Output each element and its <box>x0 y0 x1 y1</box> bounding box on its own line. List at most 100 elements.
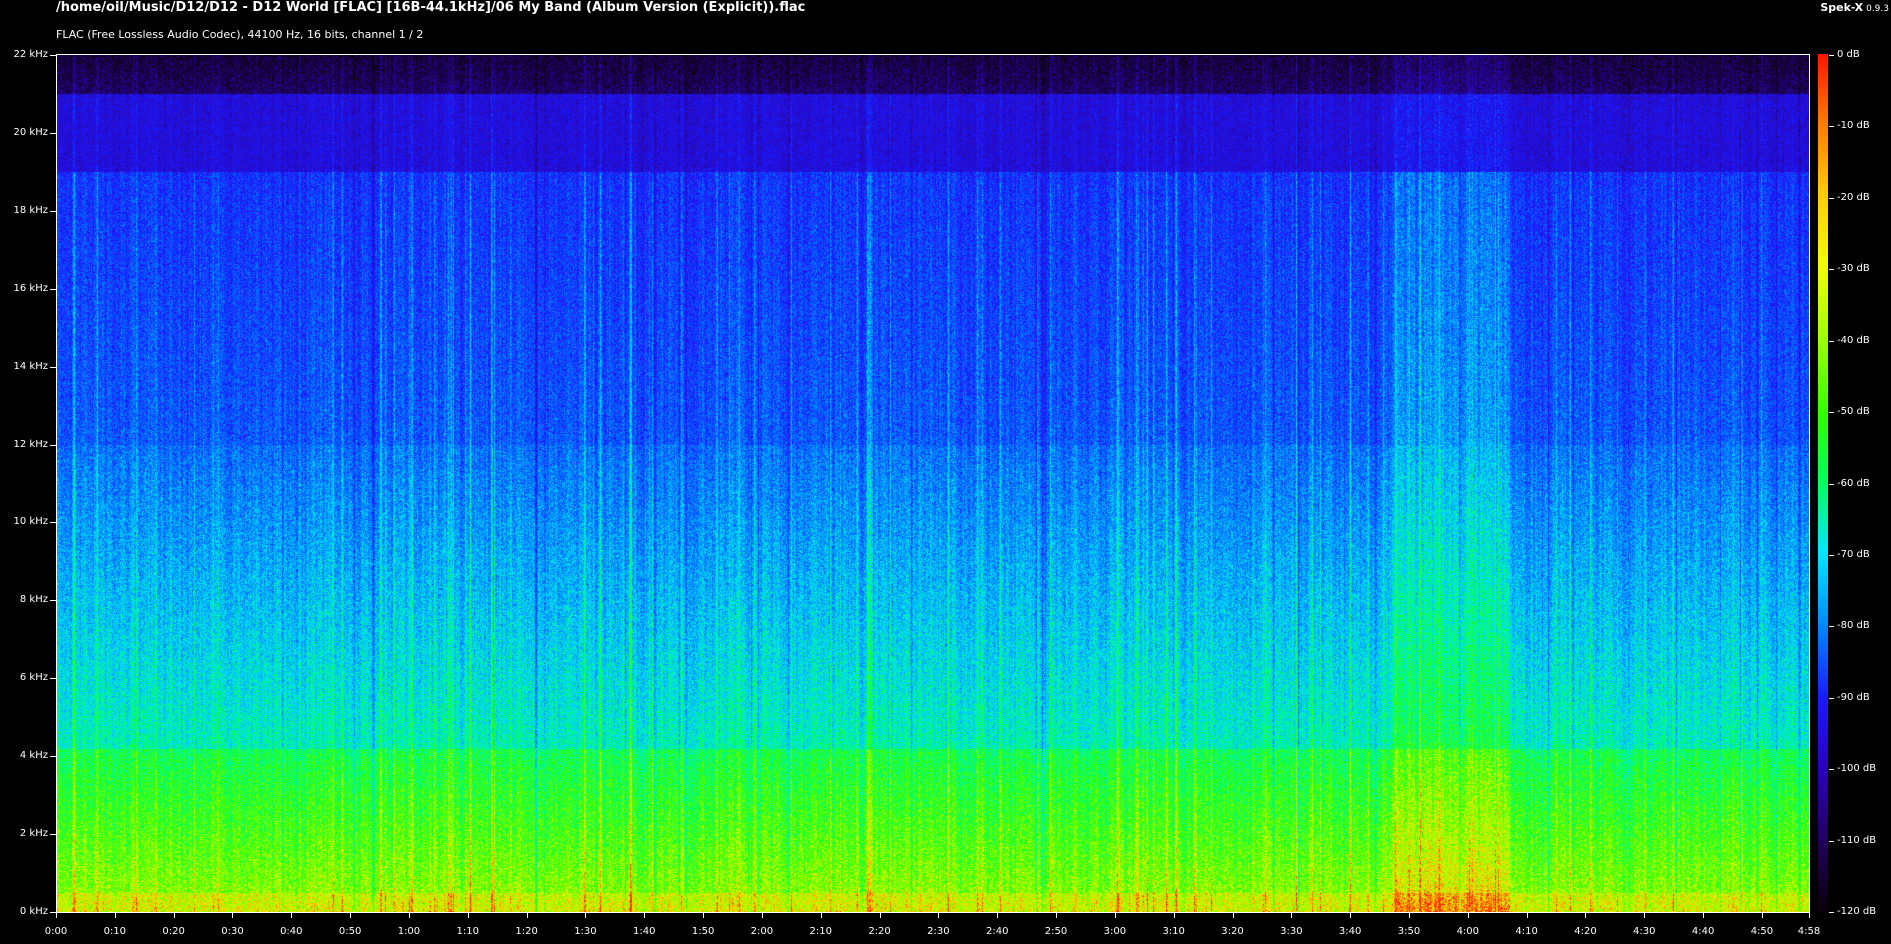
frequency-tick-mark <box>50 55 56 56</box>
frequency-tick-label: 10 kHz <box>13 516 48 528</box>
time-tick-label: 3:00 <box>1103 926 1127 937</box>
db-tick-mark <box>1829 697 1834 699</box>
time-tick-label: 2:50 <box>1044 926 1068 937</box>
frequency-tick-mark <box>50 600 56 602</box>
time-tick-label: 0:30 <box>221 926 244 937</box>
db-colorbar <box>1818 54 1828 913</box>
time-tick-mark <box>1644 913 1646 918</box>
frequency-tick-label: 0 kHz <box>19 906 48 917</box>
time-tick-label: 1:10 <box>456 926 479 937</box>
time-tick-label: 3:20 <box>1221 926 1244 937</box>
time-tick-mark <box>703 913 705 918</box>
time-tick-label: 1:30 <box>574 926 597 937</box>
time-tick-mark <box>1173 913 1175 918</box>
time-tick-label: 4:30 <box>1633 926 1656 937</box>
spectrogram-canvas[interactable] <box>57 55 1809 912</box>
db-tick-label: -30 dB <box>1837 263 1870 275</box>
frequency-tick-label: 22 kHz <box>13 49 48 60</box>
frequency-tick-mark <box>50 522 56 524</box>
db-tick-label: -120 dB <box>1837 906 1877 917</box>
time-tick-mark <box>1761 913 1763 918</box>
time-tick-mark <box>1291 913 1293 918</box>
time-tick-label: 2:10 <box>809 926 832 937</box>
frequency-tick-mark <box>50 444 56 446</box>
time-tick-label: 1:40 <box>633 926 656 937</box>
time-tick-mark <box>644 913 646 918</box>
time-tick-mark <box>1585 913 1587 918</box>
time-tick-mark <box>1232 913 1234 918</box>
time-tick-label: 3:40 <box>1338 926 1362 937</box>
time-tick-mark <box>1408 913 1410 918</box>
time-tick-label: 1:50 <box>691 926 715 937</box>
time-tick-mark <box>467 913 469 918</box>
db-tick-mark <box>1829 554 1834 556</box>
time-tick-mark <box>1056 913 1058 918</box>
time-tick-label: 4:58 <box>1797 926 1821 937</box>
db-tick-label: -10 dB <box>1837 120 1870 132</box>
db-tick-mark <box>1829 269 1834 271</box>
time-tick-mark <box>1526 913 1528 918</box>
time-tick-label: 0:40 <box>280 926 303 937</box>
db-tick-label: -110 dB <box>1837 834 1877 846</box>
db-tick-label: -70 dB <box>1837 548 1870 560</box>
frequency-tick-label: 12 kHz <box>13 438 48 450</box>
db-tick-label: -20 dB <box>1837 191 1870 203</box>
time-tick-mark <box>1703 913 1705 918</box>
frequency-tick-mark <box>50 288 56 290</box>
db-tick-mark <box>1829 840 1834 842</box>
frequency-tick-label: 6 kHz <box>19 672 48 684</box>
frequency-tick-mark <box>50 678 56 680</box>
time-tick-label: 0:50 <box>338 926 362 937</box>
db-tick-label: -90 dB <box>1837 691 1870 703</box>
time-tick-mark <box>585 913 587 918</box>
frequency-tick-label: 4 kHz <box>19 750 48 762</box>
db-tick-mark <box>1829 55 1834 56</box>
time-tick-mark <box>408 913 410 918</box>
time-tick-mark <box>1809 913 1810 918</box>
db-tick-label: -60 dB <box>1837 477 1870 489</box>
time-tick-mark <box>820 913 822 918</box>
db-tick-mark <box>1829 412 1834 414</box>
frequency-tick-mark <box>50 132 56 134</box>
frequency-tick-label: 20 kHz <box>13 126 48 138</box>
db-tick-mark <box>1829 340 1834 342</box>
time-tick-mark <box>114 913 116 918</box>
spectrogram-plot[interactable] <box>56 54 1810 913</box>
time-tick-label: 1:00 <box>397 926 421 937</box>
time-tick-mark <box>232 913 234 918</box>
app-version: 0.9.3 <box>1866 4 1889 14</box>
time-tick-mark <box>879 913 881 918</box>
frequency-tick-label: 16 kHz <box>13 282 48 294</box>
frequency-tick-mark <box>50 366 56 368</box>
db-tick-mark <box>1829 483 1834 485</box>
db-tick-label: 0 dB <box>1837 49 1860 60</box>
time-tick-mark <box>1114 913 1116 918</box>
time-tick-mark <box>938 913 940 918</box>
time-tick-label: 4:50 <box>1750 926 1774 937</box>
db-tick-label: -50 dB <box>1837 406 1870 418</box>
time-tick-label: 0:20 <box>162 926 185 937</box>
db-tick-mark <box>1829 626 1834 628</box>
db-tick-mark <box>1829 197 1834 199</box>
time-tick-label: 4:20 <box>1574 926 1597 937</box>
time-tick-label: 0:10 <box>103 926 127 937</box>
frequency-tick-mark <box>50 834 56 836</box>
time-tick-label: 2:40 <box>985 926 1009 937</box>
db-tick-mark <box>1829 126 1834 128</box>
time-tick-label: 2:00 <box>750 926 774 937</box>
app-title: Spek-X 0.9.3 <box>1820 1 1889 16</box>
time-tick-mark <box>526 913 528 918</box>
time-tick-label: 3:50 <box>1397 926 1421 937</box>
file-path-title: /home/oil/Music/D12/D12 - D12 World [FLA… <box>56 0 806 15</box>
db-tick-mark <box>1829 769 1834 771</box>
audio-format-info: FLAC (Free Lossless Audio Codec), 44100 … <box>56 28 424 41</box>
time-tick-mark <box>56 913 57 918</box>
time-tick-label: 3:10 <box>1162 926 1185 937</box>
frequency-tick-label: 14 kHz <box>13 360 48 372</box>
time-tick-mark <box>291 913 293 918</box>
time-tick-mark <box>997 913 999 918</box>
frequency-tick-label: 8 kHz <box>19 594 48 606</box>
time-tick-label: 3:30 <box>1280 926 1303 937</box>
frequency-tick-label: 18 kHz <box>13 204 48 216</box>
time-tick-label: 2:30 <box>927 926 950 937</box>
